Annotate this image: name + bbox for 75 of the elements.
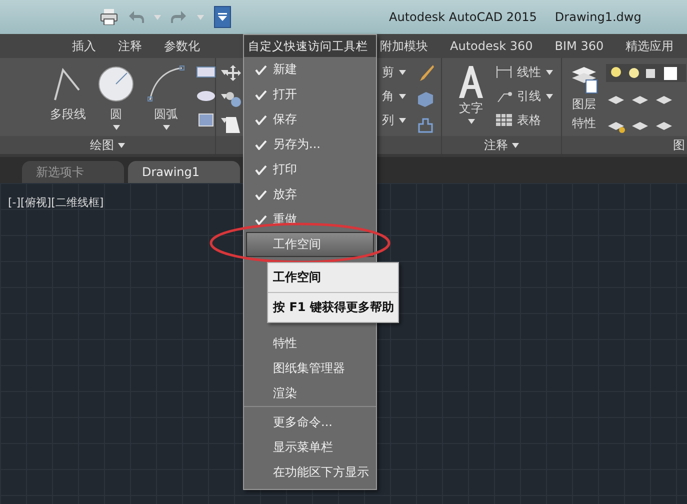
ribbon-tab[interactable]: 插入: [72, 38, 96, 54]
modify-tool[interactable]: 列: [382, 112, 406, 128]
circle-icon: [96, 64, 136, 104]
outline-shape-icon: [416, 116, 434, 134]
caret-icon: [512, 142, 519, 148]
menu-item[interactable]: 在功能区下方显示: [246, 460, 374, 485]
panel-title[interactable]: 图: [673, 136, 685, 154]
menu-item[interactable]: 图纸集管理器: [246, 356, 374, 381]
move-icon: [224, 64, 242, 82]
menu-item[interactable]: 打开: [246, 82, 374, 107]
menu-item[interactable]: 工作空间: [246, 232, 374, 257]
annotation-tool[interactable]: 线性: [496, 64, 553, 80]
caret-icon: [468, 119, 474, 124]
caret-icon: [399, 118, 406, 122]
caret-icon: [399, 70, 406, 74]
caret-icon: [112, 125, 120, 130]
caret-icon: [546, 94, 553, 98]
menu-item[interactable]: 打印: [246, 157, 374, 182]
ribbon-tab[interactable]: 精选应用: [626, 38, 674, 54]
caret-icon: [221, 70, 228, 74]
circles-icon: [224, 90, 242, 108]
viewport-label[interactable]: [-][俯视][二维线框]: [8, 196, 104, 209]
menu-item[interactable]: 放弃: [246, 182, 374, 207]
polyline-tool[interactable]: 多段线: [50, 64, 86, 123]
undo-icon: [128, 10, 144, 24]
layer-properties-tool[interactable]: 图层 特性: [570, 64, 598, 132]
caret-icon: [399, 94, 406, 98]
menu-item[interactable]: 保存: [246, 107, 374, 132]
menu-header: 自定义快速访问工具栏: [244, 35, 376, 57]
ribbon-tab[interactable]: Autodesk 360: [450, 39, 533, 53]
table-icon: [496, 114, 512, 126]
annotation-tool[interactable]: 表格: [496, 112, 553, 128]
ribbon-tab[interactable]: 参数化: [164, 38, 200, 54]
toolbar-dropdown-button[interactable]: [214, 6, 231, 28]
layers-icon: [570, 64, 598, 94]
caret-icon: [197, 14, 204, 20]
caret-icon: [546, 70, 553, 74]
redo-icon: [171, 10, 187, 24]
panel-title[interactable]: 注释: [442, 136, 561, 154]
menu-item[interactable]: 显示菜单栏: [246, 435, 374, 460]
tooltip-title: 工作空间: [272, 269, 322, 286]
menu-item[interactable]: 更多命令...: [246, 410, 374, 435]
printer-icon: [100, 9, 118, 25]
cube-icon: [416, 90, 434, 108]
app-title: Autodesk AutoCAD 2015: [389, 10, 537, 24]
menu-item[interactable]: 特性: [246, 331, 374, 356]
annotation-tool[interactable]: 引线: [496, 88, 553, 104]
panel-title[interactable]: 绘图: [0, 136, 215, 154]
tooltip-help-text: 按 F1 键获得更多帮助: [268, 292, 398, 322]
modify-tool[interactable]: 角: [382, 88, 406, 104]
caret-icon: [162, 125, 170, 130]
dimension-icon: [496, 66, 512, 78]
document-icon: [224, 116, 242, 134]
dropdown-icon: [218, 13, 227, 21]
leader-icon: [496, 90, 512, 102]
arc-icon: [146, 64, 186, 104]
hatch-icon: [196, 112, 216, 128]
ribbon-tab[interactable]: BIM 360: [554, 39, 604, 53]
modify-tool[interactable]: 剪: [382, 64, 406, 80]
ellipse-icon: [196, 89, 216, 103]
menu-item[interactable]: 渲染: [246, 381, 374, 406]
menu-item[interactable]: 另存为...: [246, 132, 374, 157]
file-tab[interactable]: 新选项卡: [22, 161, 124, 183]
rectangle-icon: [196, 65, 216, 79]
letter-a-icon: [456, 64, 486, 98]
circle-tool[interactable]: 圆: [96, 64, 136, 130]
text-tool[interactable]: 文字: [456, 64, 486, 124]
file-tab[interactable]: Drawing1: [128, 161, 240, 183]
caret-icon: [118, 142, 125, 148]
arc-tool[interactable]: 圆弧: [146, 64, 186, 130]
ribbon-tab[interactable]: 附加模块: [380, 38, 428, 54]
ribbon-tab[interactable]: 注释: [118, 38, 142, 54]
document-title: Drawing1.dwg: [554, 10, 642, 24]
menu-item[interactable]: 新建: [246, 57, 374, 82]
caret-icon: [154, 14, 161, 20]
